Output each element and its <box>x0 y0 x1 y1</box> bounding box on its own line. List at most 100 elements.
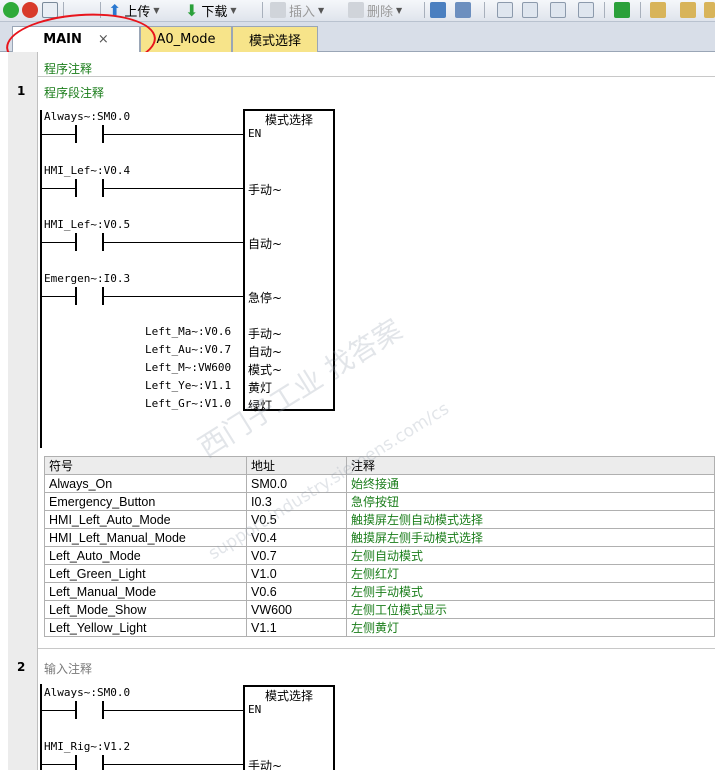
tab-mode-select[interactable]: 模式选择 <box>232 26 318 52</box>
comment-cell[interactable]: 始终接通 <box>346 474 715 493</box>
ladder-editor[interactable]: 程序注释 1 程序段注释 Always~:SM0.0 HMI_Lef~:V0.4… <box>0 52 715 770</box>
wire <box>42 296 75 297</box>
function-block-title: 模式选择 <box>265 113 314 127</box>
wire <box>42 188 75 189</box>
column-header-address[interactable]: 地址 <box>246 456 347 475</box>
delete-label: 删除 <box>367 4 394 20</box>
symbol-cell[interactable]: Emergency_Button <box>44 492 247 511</box>
address-cell[interactable]: V0.7 <box>246 546 347 565</box>
pin-input: 急停~ <box>248 291 283 305</box>
function-block-title: 模式选择 <box>265 689 314 703</box>
symbol-table-row[interactable]: HMI_Left_Manual_Mode V0.4 触摸屏左侧手动模式选择 <box>44 528 715 547</box>
power-rail <box>40 684 42 770</box>
column-header-symbol[interactable]: 符号 <box>44 456 247 475</box>
symbol-table-row[interactable]: Left_Auto_Mode V0.7 左侧自动模式 <box>44 546 715 565</box>
network-button[interactable] <box>430 0 446 20</box>
delete-button[interactable]: 删除 ▼ <box>348 0 402 20</box>
address-cell[interactable]: V1.1 <box>246 618 347 637</box>
comment-cell[interactable]: 触摸屏左侧自动模式选择 <box>346 510 715 529</box>
comment-cell[interactable]: 左侧红灯 <box>346 564 715 583</box>
output-var-label[interactable]: Left_Gr~:V1.0 <box>145 397 231 410</box>
address-cell[interactable]: VW600 <box>246 600 347 619</box>
comment-cell[interactable]: 触摸屏左侧手动模式选择 <box>346 528 715 547</box>
delete-dropdown-icon[interactable]: ▼ <box>396 6 402 15</box>
function-block[interactable]: 模式选择 EN 手动~ 自动~ 急停~ 手动~ 自动~ 模式~ 黄灯 绿灯 <box>243 109 335 413</box>
contact-bar[interactable] <box>75 755 77 770</box>
symbol-cell[interactable]: HMI_Left_Manual_Mode <box>44 528 247 547</box>
insert-dropdown-icon[interactable]: ▼ <box>318 6 324 15</box>
contact-bar[interactable] <box>75 287 77 305</box>
insert-button[interactable]: 插入 ▼ <box>270 0 324 20</box>
stop-icon <box>22 2 38 18</box>
program-comment[interactable]: 程序注释 <box>44 60 92 77</box>
network-comment[interactable]: 程序段注释 <box>44 84 104 101</box>
download-button[interactable]: ⬇ 下载 ▼ <box>185 0 237 20</box>
output-var-label[interactable]: Left_Ye~:V1.1 <box>145 379 231 392</box>
symbol-table-row[interactable]: Left_Yellow_Light V1.1 左侧黄灯 <box>44 618 715 637</box>
comment-cell[interactable]: 左侧自动模式 <box>346 546 715 565</box>
output-var-label[interactable]: Left_Ma~:V0.6 <box>145 325 231 338</box>
insert-icon <box>270 2 286 18</box>
pin-output: 黄灯 <box>248 381 273 395</box>
address-cell[interactable]: V0.6 <box>246 582 347 601</box>
tool-button-4[interactable] <box>578 0 594 20</box>
tool-button-2[interactable] <box>522 0 538 20</box>
function-block[interactable]: 模式选择 EN 手动~ <box>243 685 335 770</box>
address-cell[interactable]: V1.0 <box>246 564 347 583</box>
goto-button[interactable] <box>614 0 630 20</box>
symbol-cell[interactable]: Left_Yellow_Light <box>44 618 247 637</box>
address-cell[interactable]: I0.3 <box>246 492 347 511</box>
comment-cell[interactable]: 左侧工位模式显示 <box>346 600 715 619</box>
symbol-table-row[interactable]: Emergency_Button I0.3 急停按钮 <box>44 492 715 511</box>
upload-dropdown-icon[interactable]: ▼ <box>153 6 159 15</box>
network-view-button[interactable] <box>455 0 471 20</box>
symbol-table-row[interactable]: HMI_Left_Auto_Mode V0.5 触摸屏左侧自动模式选择 <box>44 510 715 529</box>
symbol-table-row[interactable]: Left_Green_Light V1.0 左侧红灯 <box>44 564 715 583</box>
contact-label: HMI_Lef~:V0.4 <box>44 164 131 177</box>
contact-bar[interactable] <box>75 233 77 251</box>
comment-cell[interactable]: 急停按钮 <box>346 492 715 511</box>
pin-output: 模式~ <box>248 363 283 377</box>
address-cell[interactable]: V0.5 <box>246 510 347 529</box>
stop-button[interactable] <box>22 0 38 20</box>
contact-bar[interactable] <box>75 125 77 143</box>
network-icon <box>430 2 446 18</box>
network-comment[interactable]: 输入注释 <box>44 660 92 677</box>
output-var-label[interactable]: Left_Au~:V0.7 <box>145 343 231 356</box>
contact-label: Always~:SM0.0 <box>44 686 131 699</box>
toolbar-divider <box>262 2 263 18</box>
pin-input: 自动~ <box>248 237 283 251</box>
contact-bar[interactable] <box>75 179 77 197</box>
tool-button-3[interactable] <box>550 0 566 20</box>
symbol-table-row[interactable]: Left_Manual_Mode V0.6 左侧手动模式 <box>44 582 715 601</box>
run-button[interactable] <box>3 0 19 20</box>
address-cell[interactable]: SM0.0 <box>246 474 347 493</box>
column-header-comment[interactable]: 注释 <box>346 456 715 475</box>
symbol-cell[interactable]: Always_On <box>44 474 247 493</box>
address-cell[interactable]: V0.4 <box>246 528 347 547</box>
symbol-cell[interactable]: HMI_Left_Auto_Mode <box>44 510 247 529</box>
comment-cell[interactable]: 左侧黄灯 <box>346 618 715 637</box>
output-var-label[interactable]: Left_M~:VW600 <box>145 361 231 374</box>
wire <box>42 242 75 243</box>
unlock-button[interactable] <box>680 0 696 20</box>
symbol-table-row[interactable]: Always_On SM0.0 始终接通 <box>44 474 715 493</box>
lock-all-button[interactable] <box>704 0 715 20</box>
goto-arrow-icon <box>614 2 630 18</box>
insert-label: 插入 <box>289 4 316 20</box>
symbol-table-row[interactable]: Left_Mode_Show VW600 左侧工位模式显示 <box>44 600 715 619</box>
symbol-cell[interactable]: Left_Green_Light <box>44 564 247 583</box>
tool-button-1[interactable] <box>497 0 513 20</box>
symbol-cell[interactable]: Left_Manual_Mode <box>44 582 247 601</box>
symbol-cell[interactable]: Left_Auto_Mode <box>44 546 247 565</box>
lock-button[interactable] <box>650 0 666 20</box>
contact-bar[interactable] <box>75 701 77 719</box>
download-dropdown-icon[interactable]: ▼ <box>230 6 236 15</box>
tab-mode-select-label: 模式选择 <box>248 34 301 49</box>
toolbar-divider <box>604 2 605 18</box>
contact-bar[interactable] <box>102 755 104 770</box>
symbol-cell[interactable]: Left_Mode_Show <box>44 600 247 619</box>
contact-label: Always~:SM0.0 <box>44 110 131 123</box>
lock-icon <box>704 2 715 18</box>
comment-cell[interactable]: 左侧手动模式 <box>346 582 715 601</box>
